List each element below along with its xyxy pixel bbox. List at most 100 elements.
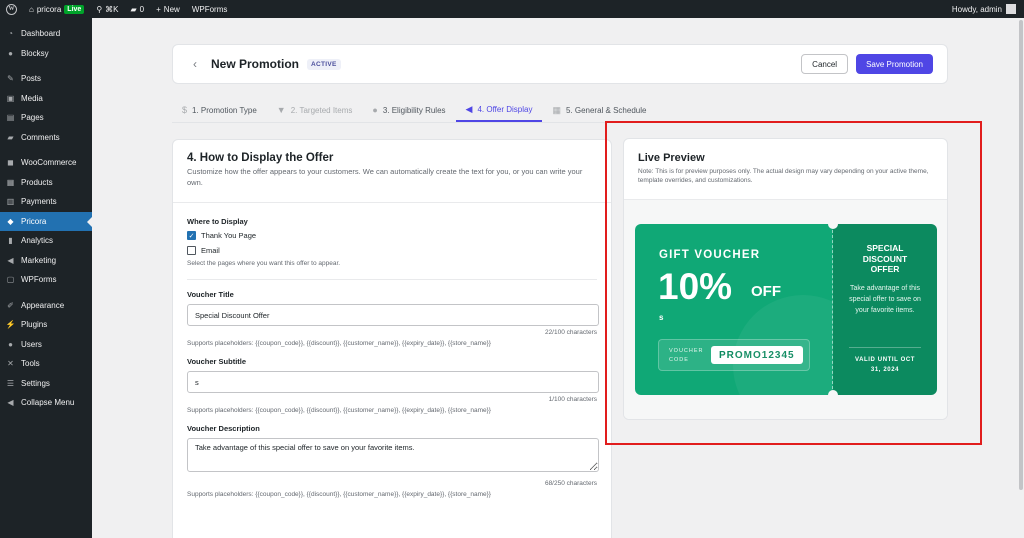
wrench-icon: ✕ bbox=[7, 359, 14, 369]
section-description: Customize how the offer appears to your … bbox=[187, 167, 583, 187]
option-label: Email bbox=[201, 246, 220, 255]
sidebar-item-label: Blocksy bbox=[21, 48, 49, 58]
site-name-link[interactable]: ⌂ pricora Live bbox=[23, 0, 90, 18]
sidebar-item-pricora[interactable]: ◆ Pricora bbox=[0, 211, 92, 231]
user-icon: ● bbox=[372, 105, 378, 115]
scrollbar-thumb[interactable] bbox=[1019, 20, 1023, 490]
site-name: pricora bbox=[36, 4, 62, 14]
avatar bbox=[1006, 4, 1016, 14]
settings-icon: ☰ bbox=[6, 378, 15, 388]
voucher-description-textarea[interactable]: Take advantage of this special offer to … bbox=[187, 438, 599, 472]
sidebar-item-label: Products bbox=[21, 177, 53, 187]
offer-display-form: 4. How to Display the Offer Customize ho… bbox=[172, 139, 612, 538]
tab-eligibility-rules[interactable]: ● 3. Eligibility Rules bbox=[362, 98, 455, 122]
save-promotion-button[interactable]: Save Promotion bbox=[856, 54, 933, 74]
tab-offer-display[interactable]: ◀ 4. Offer Display bbox=[455, 98, 543, 122]
account-menu[interactable]: Howdy, admin bbox=[952, 4, 1024, 14]
voucher-subtitle-counter: 1/100 characters bbox=[548, 396, 597, 403]
new-label: New bbox=[163, 4, 180, 14]
voucher-description-label: Voucher Description bbox=[187, 424, 260, 433]
wizard-tabs: $1. Promotion Type ▼ 2. Targeted Items ● 3… bbox=[172, 98, 948, 123]
tab-general-schedule[interactable]: ▦ 5. General & Schedule bbox=[542, 98, 656, 122]
voucher-description-counter: 68/250 characters bbox=[544, 480, 597, 487]
collapse-icon: ◀ bbox=[7, 398, 14, 408]
email-option[interactable]: Email bbox=[187, 245, 597, 256]
sidebar-item-marketing[interactable]: ◀ Marketing bbox=[0, 251, 92, 271]
thank-you-page-option[interactable]: ✓ Thank You Page bbox=[187, 230, 597, 241]
chevron-left-icon[interactable]: ‹ bbox=[193, 57, 197, 71]
sidebar-item-payments[interactable]: ▥ Payments bbox=[0, 192, 92, 212]
new-content-link[interactable]: + New bbox=[150, 0, 186, 18]
admin-sidebar: ◔ Dashboard ● Blocksy ✎ Posts ▣ Media ▤ Pages… bbox=[0, 18, 92, 538]
sidebar-item-label: Analytics bbox=[21, 236, 54, 246]
sidebar-item-label: Posts bbox=[21, 74, 42, 84]
cancel-button[interactable]: Cancel bbox=[801, 54, 849, 74]
sidebar-item-label: Plugins bbox=[21, 320, 48, 330]
admin-bar: W ⌂ pricora Live ⚲ ⌘K ▰ 0 + New WPForms … bbox=[0, 0, 1024, 18]
voucher-subtitle-input[interactable] bbox=[187, 371, 599, 393]
filter-icon: ▼ bbox=[276, 105, 286, 115]
sidebar-item-appearance[interactable]: ✐ Appearance bbox=[0, 296, 92, 316]
voucher-subtitle-label: Voucher Subtitle bbox=[187, 357, 247, 366]
sidebar-item-comments[interactable]: ▰ Comments bbox=[0, 128, 92, 148]
sidebar-item-products[interactable]: ▦ Products bbox=[0, 173, 92, 193]
sidebar-item-label: WooCommerce bbox=[21, 158, 77, 168]
sidebar-item-label: Appearance bbox=[21, 300, 65, 310]
checkbox-unchecked-icon[interactable] bbox=[187, 246, 196, 255]
users-icon: ● bbox=[8, 339, 13, 349]
sidebar-item-pages[interactable]: ▤ Pages bbox=[0, 108, 92, 128]
dollar-circle-icon: $ bbox=[182, 105, 188, 115]
plug-icon: ⚡ bbox=[5, 320, 16, 330]
tab-promotion-type[interactable]: $1. Promotion Type bbox=[172, 98, 267, 122]
sidebar-item-tools[interactable]: ✕ Tools bbox=[0, 354, 92, 374]
command-palette-button[interactable]: ⚲ ⌘K bbox=[90, 0, 124, 18]
wpforms-link[interactable]: WPForms bbox=[186, 0, 234, 18]
woocommerce-icon: ◼ bbox=[7, 158, 14, 168]
sidebar-item-label: Payments bbox=[21, 197, 57, 207]
sidebar-item-label: Comments bbox=[21, 132, 60, 142]
wpforms-label: WPForms bbox=[191, 4, 228, 14]
sidebar-item-label: Pricora bbox=[21, 216, 47, 226]
plus-icon: + bbox=[156, 4, 161, 14]
greeting: Howdy, admin bbox=[951, 4, 1002, 14]
bar-chart-icon: ▮ bbox=[8, 236, 13, 246]
sidebar-item-collapse[interactable]: ◀ Collapse Menu bbox=[0, 393, 92, 413]
sidebar-item-woocommerce[interactable]: ◼ WooCommerce bbox=[0, 153, 92, 173]
sidebar-item-wpforms[interactable]: ▢ WPForms bbox=[0, 270, 92, 290]
comments-count: 0 bbox=[139, 4, 145, 14]
forms-icon: ▢ bbox=[6, 275, 15, 285]
placeholders-hint: Supports placeholders: {{coupon_code}}, … bbox=[187, 340, 491, 347]
sidebar-item-label: Dashboard bbox=[21, 29, 61, 39]
sidebar-item-label: Pages bbox=[21, 113, 44, 123]
sidebar-item-dashboard[interactable]: ◔ Dashboard bbox=[0, 24, 92, 44]
shortcut-label: ⌘K bbox=[105, 4, 119, 14]
option-label: Thank You Page bbox=[201, 231, 257, 240]
comments-link[interactable]: ▰ 0 bbox=[125, 0, 151, 18]
sidebar-item-settings[interactable]: ☰ Settings bbox=[0, 374, 92, 394]
sidebar-item-analytics[interactable]: ▮ Analytics bbox=[0, 231, 92, 251]
tab-label: 1. Promotion Type bbox=[192, 105, 257, 115]
sidebar-item-media[interactable]: ▣ Media bbox=[0, 89, 92, 109]
where-hint: Select the pages where you want this off… bbox=[187, 260, 341, 267]
wordpress-logo[interactable]: W bbox=[0, 0, 23, 18]
placeholders-hint: Supports placeholders: {{coupon_code}}, … bbox=[187, 407, 491, 414]
tab-targeted-items[interactable]: ▼ 2. Targeted Items bbox=[267, 98, 363, 122]
where-to-display-label: Where to Display bbox=[187, 217, 248, 226]
checkbox-checked-icon[interactable]: ✓ bbox=[187, 231, 196, 240]
sidebar-item-label: Settings bbox=[21, 378, 50, 388]
sidebar-item-users[interactable]: ● Users bbox=[0, 335, 92, 355]
tab-label: 5. General & Schedule bbox=[565, 105, 647, 115]
pricora-icon: ◆ bbox=[7, 216, 14, 226]
voucher-title-input[interactable] bbox=[187, 304, 599, 326]
sidebar-item-plugins[interactable]: ⚡ Plugins bbox=[0, 315, 92, 335]
sidebar-item-label: Tools bbox=[21, 359, 40, 369]
voucher-title-counter: 22/100 characters bbox=[544, 329, 597, 336]
sidebar-item-posts[interactable]: ✎ Posts bbox=[0, 69, 92, 89]
comment-bubble-icon: ▰ bbox=[130, 4, 137, 14]
status-badge: ACTIVE bbox=[307, 58, 341, 70]
highlight-annotation bbox=[605, 121, 982, 445]
promotion-header: ‹ New Promotion ACTIVE Cancel Save Promo… bbox=[172, 44, 948, 84]
sidebar-item-blocksy[interactable]: ● Blocksy bbox=[0, 44, 92, 64]
sidebar-item-label: WPForms bbox=[21, 275, 57, 285]
megaphone-icon: ◀ bbox=[7, 255, 14, 265]
